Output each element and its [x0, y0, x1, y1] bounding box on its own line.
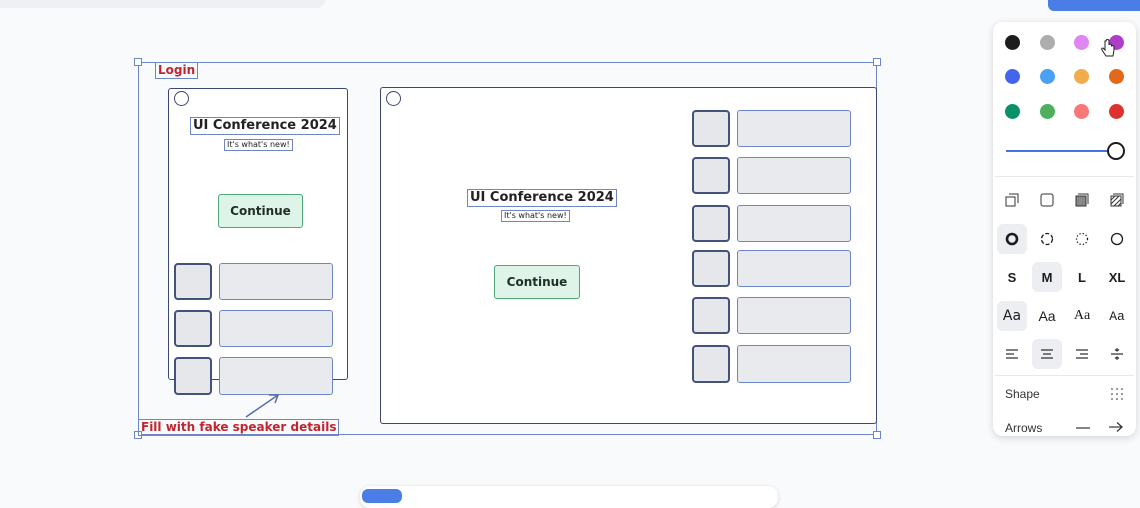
- color-swatch-black[interactable]: [1005, 35, 1020, 50]
- align-left-icon: [1006, 349, 1018, 359]
- desktop-speaker-details[interactable]: [737, 157, 851, 194]
- desktop-speaker-details[interactable]: [737, 110, 851, 147]
- opacity-slider-thumb[interactable]: [1107, 142, 1125, 160]
- bottom-toolbar: [360, 486, 778, 508]
- dash-draw-button[interactable]: [997, 224, 1027, 254]
- font-draw-button[interactable]: Aa: [997, 301, 1027, 331]
- fill-pattern-icon: [1110, 193, 1124, 207]
- mobile-speaker-avatar[interactable]: [174, 310, 212, 347]
- dash-dashed-icon: [1040, 232, 1054, 246]
- desktop-subtitle[interactable]: It's what's new!: [501, 210, 570, 222]
- color-swatch-light-red[interactable]: [1074, 104, 1089, 119]
- font-serif-button[interactable]: Aa: [1067, 301, 1097, 331]
- mobile-speaker-details[interactable]: [219, 357, 333, 395]
- desktop-speaker-avatar[interactable]: [692, 250, 730, 287]
- size-l-button[interactable]: L: [1067, 262, 1097, 292]
- fill-semi-icon: [1040, 193, 1054, 207]
- fill-pattern-button[interactable]: [1102, 185, 1132, 215]
- fill-none-button[interactable]: [997, 185, 1027, 215]
- align-left-button[interactable]: [997, 339, 1027, 369]
- mobile-speaker-avatar[interactable]: [174, 357, 212, 395]
- opacity-slider-track[interactable]: [1006, 150, 1116, 152]
- fill-semi-button[interactable]: [1032, 185, 1062, 215]
- color-swatch-light-blue[interactable]: [1040, 69, 1055, 84]
- dash-solid-icon: [1110, 232, 1124, 246]
- color-swatch-grey[interactable]: [1040, 35, 1055, 50]
- panel-divider: [995, 375, 1134, 376]
- select-tool-button[interactable]: [362, 489, 402, 503]
- mobile-speaker-avatar[interactable]: [174, 263, 212, 300]
- top-menu-bar: [0, 0, 325, 8]
- mobile-title[interactable]: UI Conference 2024: [190, 117, 340, 135]
- font-sans-button[interactable]: Aa: [1032, 301, 1062, 331]
- mobile-speaker-details[interactable]: [219, 263, 333, 300]
- login-label[interactable]: Login: [155, 62, 199, 79]
- desktop-speaker-details[interactable]: [737, 345, 851, 383]
- font-mono-button[interactable]: Aa: [1102, 301, 1132, 331]
- fill-none-icon: [1005, 193, 1019, 207]
- resize-handle-top-right[interactable]: [873, 58, 881, 66]
- desktop-title[interactable]: UI Conference 2024: [467, 189, 617, 207]
- line-icon[interactable]: [1075, 424, 1091, 432]
- annotation-arrow-icon[interactable]: [240, 392, 282, 420]
- desktop-speaker-details[interactable]: [737, 205, 851, 242]
- dash-draw-icon: [1005, 232, 1019, 246]
- color-swatch-green[interactable]: [1005, 104, 1020, 119]
- desktop-speaker-avatar[interactable]: [692, 205, 730, 242]
- shape-label: Shape: [1005, 387, 1040, 401]
- size-xl-button[interactable]: XL: [1102, 262, 1132, 292]
- size-m-button[interactable]: M: [1032, 262, 1062, 292]
- panel-divider: [995, 176, 1134, 177]
- align-center-icon: [1041, 349, 1053, 359]
- arrow-right-icon[interactable]: [1108, 421, 1124, 433]
- color-swatch-light-violet[interactable]: [1074, 35, 1089, 50]
- desktop-continue-button[interactable]: Continue: [494, 265, 580, 299]
- color-swatch-yellow[interactable]: [1074, 69, 1089, 84]
- color-swatch-light-green[interactable]: [1040, 104, 1055, 119]
- dash-dashed-button[interactable]: [1032, 224, 1062, 254]
- dash-dotted-icon: [1075, 232, 1089, 246]
- mobile-speaker-details[interactable]: [219, 310, 333, 347]
- align-vertical-icon: [1111, 348, 1123, 360]
- arrows-label: Arrows: [1005, 421, 1043, 435]
- resize-handle-bottom-right[interactable]: [873, 431, 881, 439]
- color-swatch-blue[interactable]: [1005, 69, 1020, 84]
- mobile-continue-button[interactable]: Continue: [218, 194, 303, 228]
- share-button[interactable]: [1048, 0, 1140, 11]
- shape-grid-icon[interactable]: [1110, 387, 1124, 401]
- resize-handle-top-left[interactable]: [134, 58, 142, 66]
- fill-solid-button[interactable]: [1067, 185, 1097, 215]
- color-swatch-red[interactable]: [1109, 104, 1124, 119]
- dash-solid-button[interactable]: [1102, 224, 1132, 254]
- mobile-camera-icon: [174, 91, 189, 106]
- align-center-button[interactable]: [1032, 339, 1062, 369]
- align-right-icon: [1076, 349, 1088, 359]
- fill-solid-icon: [1075, 193, 1089, 207]
- dash-dotted-button[interactable]: [1067, 224, 1097, 254]
- desktop-speaker-avatar[interactable]: [692, 110, 730, 147]
- desktop-speaker-avatar[interactable]: [692, 297, 730, 334]
- desktop-speaker-details[interactable]: [737, 250, 851, 287]
- desktop-speaker-details[interactable]: [737, 297, 851, 334]
- mobile-subtitle[interactable]: It's what's new!: [224, 139, 293, 151]
- desktop-camera-icon: [386, 91, 401, 106]
- hand-cursor-icon: [1101, 38, 1115, 57]
- align-vertical-button[interactable]: [1102, 339, 1132, 369]
- size-s-button[interactable]: S: [997, 262, 1027, 292]
- desktop-speaker-avatar[interactable]: [692, 157, 730, 194]
- color-swatch-orange[interactable]: [1109, 69, 1124, 84]
- desktop-speaker-avatar[interactable]: [692, 345, 730, 383]
- align-right-button[interactable]: [1067, 339, 1097, 369]
- note-label[interactable]: Fill with fake speaker details: [138, 419, 340, 436]
